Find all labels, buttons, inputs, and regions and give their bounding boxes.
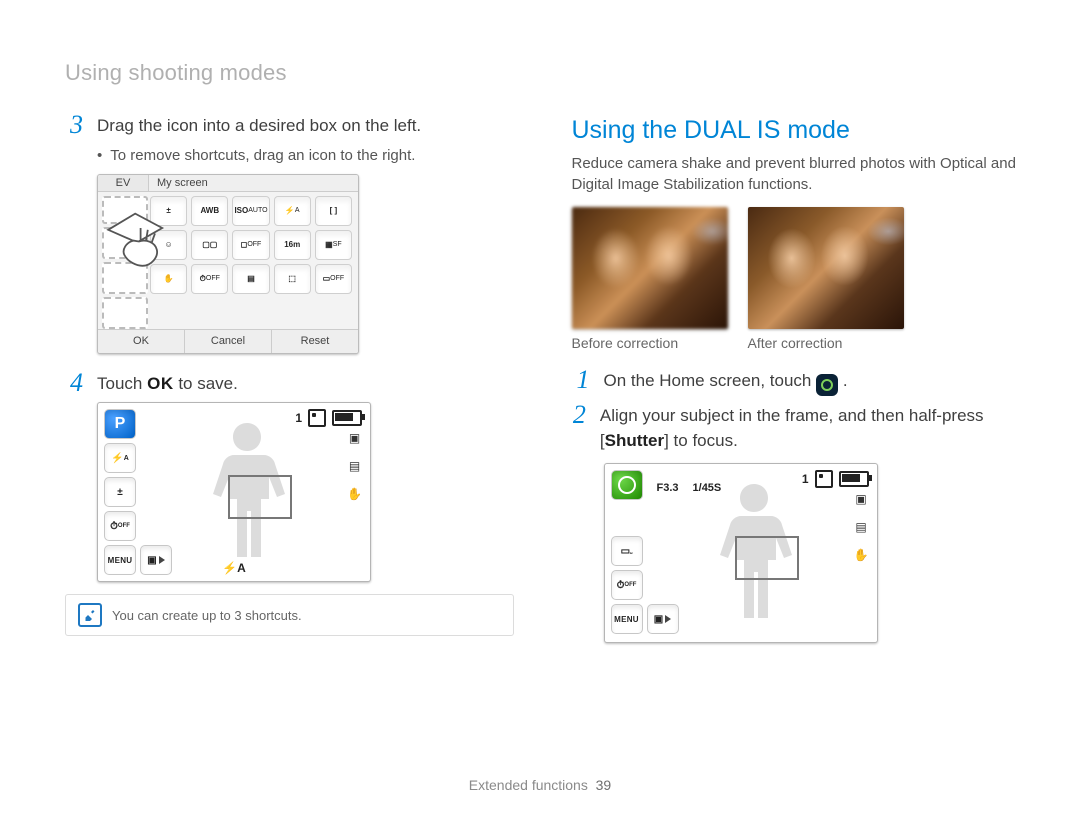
grid-icon-palette[interactable]: ▤ (232, 264, 269, 294)
menu-button[interactable]: MENU (104, 545, 136, 575)
status-top-right: 1 (802, 470, 869, 488)
myscreen-ev-tab: EV (98, 175, 149, 192)
step-4-text-before: Touch (97, 374, 147, 393)
flash-auto-icon[interactable]: ⚡A (104, 443, 136, 473)
grid-icon-drive[interactable]: ▢▢ (191, 230, 228, 260)
shot-count: 1 (802, 472, 809, 486)
dual-is-mode-icon[interactable] (611, 470, 643, 500)
myscreen-reset-button[interactable]: Reset (272, 330, 358, 353)
step-3-text: Drag the icon into a desired box on the … (97, 114, 421, 139)
step-1: 1 On the Home screen, touch . (572, 369, 1021, 396)
gallery-icon[interactable]: ▣ (647, 604, 679, 634)
shutter-label: Shutter (605, 431, 665, 450)
right-column: Using the DUAL IS mode Reduce camera sha… (572, 114, 1021, 655)
photo-after (748, 207, 904, 329)
quality-icon: ▤ (349, 459, 360, 473)
menu-button[interactable]: MENU (611, 604, 643, 634)
step-2: 2 Align your subject in the frame, and t… (572, 404, 1021, 453)
icon-grid[interactable]: ± AWB ISOAUTO ⚡A [ ] ☺ ▢▢ ◻OFF 16m ▦SF ✋… (148, 192, 358, 329)
step-4-text-after: to save. (178, 374, 238, 393)
myscreen-ok-button[interactable]: OK (98, 330, 185, 353)
aperture-value: F3.3 (657, 482, 679, 494)
step-2-text-after: ] to focus. (664, 431, 738, 450)
page-header: Using shooting modes (65, 60, 1020, 86)
shortcut-slots[interactable] (98, 192, 148, 329)
grid-icon-area[interactable]: ⬚ (274, 264, 311, 294)
lcd-preview-1: P ⚡A ± ⏱OFF MENU ▣ 1 (97, 402, 371, 582)
stabilizer-icon: ✋ (347, 487, 362, 501)
battery-icon (839, 471, 869, 487)
step-1-number: 1 (572, 367, 590, 393)
metering-icon: ▣ (349, 431, 360, 445)
focus-rect (735, 536, 799, 580)
grid-icon-iso[interactable]: ISOAUTO (232, 196, 269, 226)
photo-captions: Before correction After correction (572, 335, 1021, 351)
card-icon (308, 409, 326, 427)
lcd-preview-2: ▭⎵ ⏱OFF MENU ▣ F3.3 1/45S 1 (604, 463, 878, 643)
page-footer: Extended functions 39 (0, 777, 1080, 793)
shortcut-slot[interactable] (102, 262, 148, 294)
step-3-bullet-text: To remove shortcuts, drag an icon to the… (110, 147, 415, 164)
battery-icon (332, 410, 362, 426)
ev-icon[interactable]: ± (104, 477, 136, 507)
caption-after: After correction (748, 335, 904, 351)
grid-icon-16m[interactable]: 16m (274, 230, 311, 260)
mode-p-icon[interactable]: P (104, 409, 136, 439)
section-desc: Reduce camera shake and prevent blurred … (572, 153, 1021, 195)
status-right-col: ▣ ▤ ✋ (854, 492, 869, 562)
grid-icon-timer[interactable]: ⏱OFF (191, 264, 228, 294)
grid-icon-ev[interactable]: ± (150, 196, 187, 226)
section-title: Using the DUAL IS mode (572, 116, 1021, 145)
flash-indicator: ⚡A (222, 561, 246, 575)
focus-mode-icon[interactable]: ▭⎵ (611, 536, 643, 566)
step-4: 4 Touch OK to save. (65, 372, 514, 397)
dual-is-icon (816, 374, 838, 396)
myscreen-panel: EV My screen ± AWB ISOAUTO ⚡A (97, 174, 359, 354)
shot-count: 1 (295, 411, 302, 425)
ok-icon: OK (147, 372, 174, 397)
step-4-number: 4 (65, 370, 83, 396)
caption-before: Before correction (572, 335, 728, 351)
grid-icon-quality[interactable]: ▦SF (315, 230, 352, 260)
status-top-right: 1 (295, 409, 362, 427)
step-3-bullet: To remove shortcuts, drag an icon to the… (97, 147, 514, 164)
card-icon (815, 470, 833, 488)
myscreen-cancel-button[interactable]: Cancel (185, 330, 272, 353)
focus-rect (228, 475, 292, 519)
step-3-number: 3 (65, 112, 83, 138)
step-1-text-after: . (843, 371, 848, 390)
photo-comparison (572, 207, 1021, 329)
note-box: You can create up to 3 shortcuts. (65, 594, 514, 636)
grid-icon-dual[interactable]: ✋ (150, 264, 187, 294)
step-2-number: 2 (572, 402, 586, 428)
stabilizer-icon: ✋ (854, 548, 869, 562)
note-icon (78, 603, 102, 627)
step-3: 3 Drag the icon into a desired box on th… (65, 114, 514, 139)
step-1-text-before: On the Home screen, touch (604, 371, 817, 390)
myscreen-title: My screen (149, 175, 358, 192)
timer-off-icon[interactable]: ⏱OFF (611, 570, 643, 600)
grid-icon-focus[interactable]: [ ] (315, 196, 352, 226)
gallery-icon[interactable]: ▣ (140, 545, 172, 575)
shortcut-slot[interactable] (102, 227, 148, 259)
footer-page: 39 (596, 777, 612, 793)
quality-icon: ▤ (855, 520, 866, 534)
photo-before (572, 207, 728, 329)
shortcut-slot[interactable] (102, 196, 148, 224)
status-right-col: ▣ ▤ ✋ (347, 431, 362, 501)
grid-icon-awb[interactable]: AWB (191, 196, 228, 226)
step-2-text: Align your subject in the frame, and the… (600, 404, 1020, 453)
timer-off-icon[interactable]: ⏱OFF (104, 511, 136, 541)
step-1-text: On the Home screen, touch . (604, 369, 848, 396)
grid-icon-off[interactable]: ◻OFF (232, 230, 269, 260)
step-4-text: Touch OK to save. (97, 372, 238, 397)
shortcut-slot[interactable] (102, 297, 148, 329)
grid-icon-off2[interactable]: ▭OFF (315, 264, 352, 294)
metering-icon: ▣ (855, 492, 866, 506)
left-column: 3 Drag the icon into a desired box on th… (65, 114, 514, 655)
note-text: You can create up to 3 shortcuts. (112, 608, 302, 623)
grid-icon-flash[interactable]: ⚡A (274, 196, 311, 226)
footer-section: Extended functions (469, 777, 588, 793)
grid-icon-face[interactable]: ☺ (150, 230, 187, 260)
